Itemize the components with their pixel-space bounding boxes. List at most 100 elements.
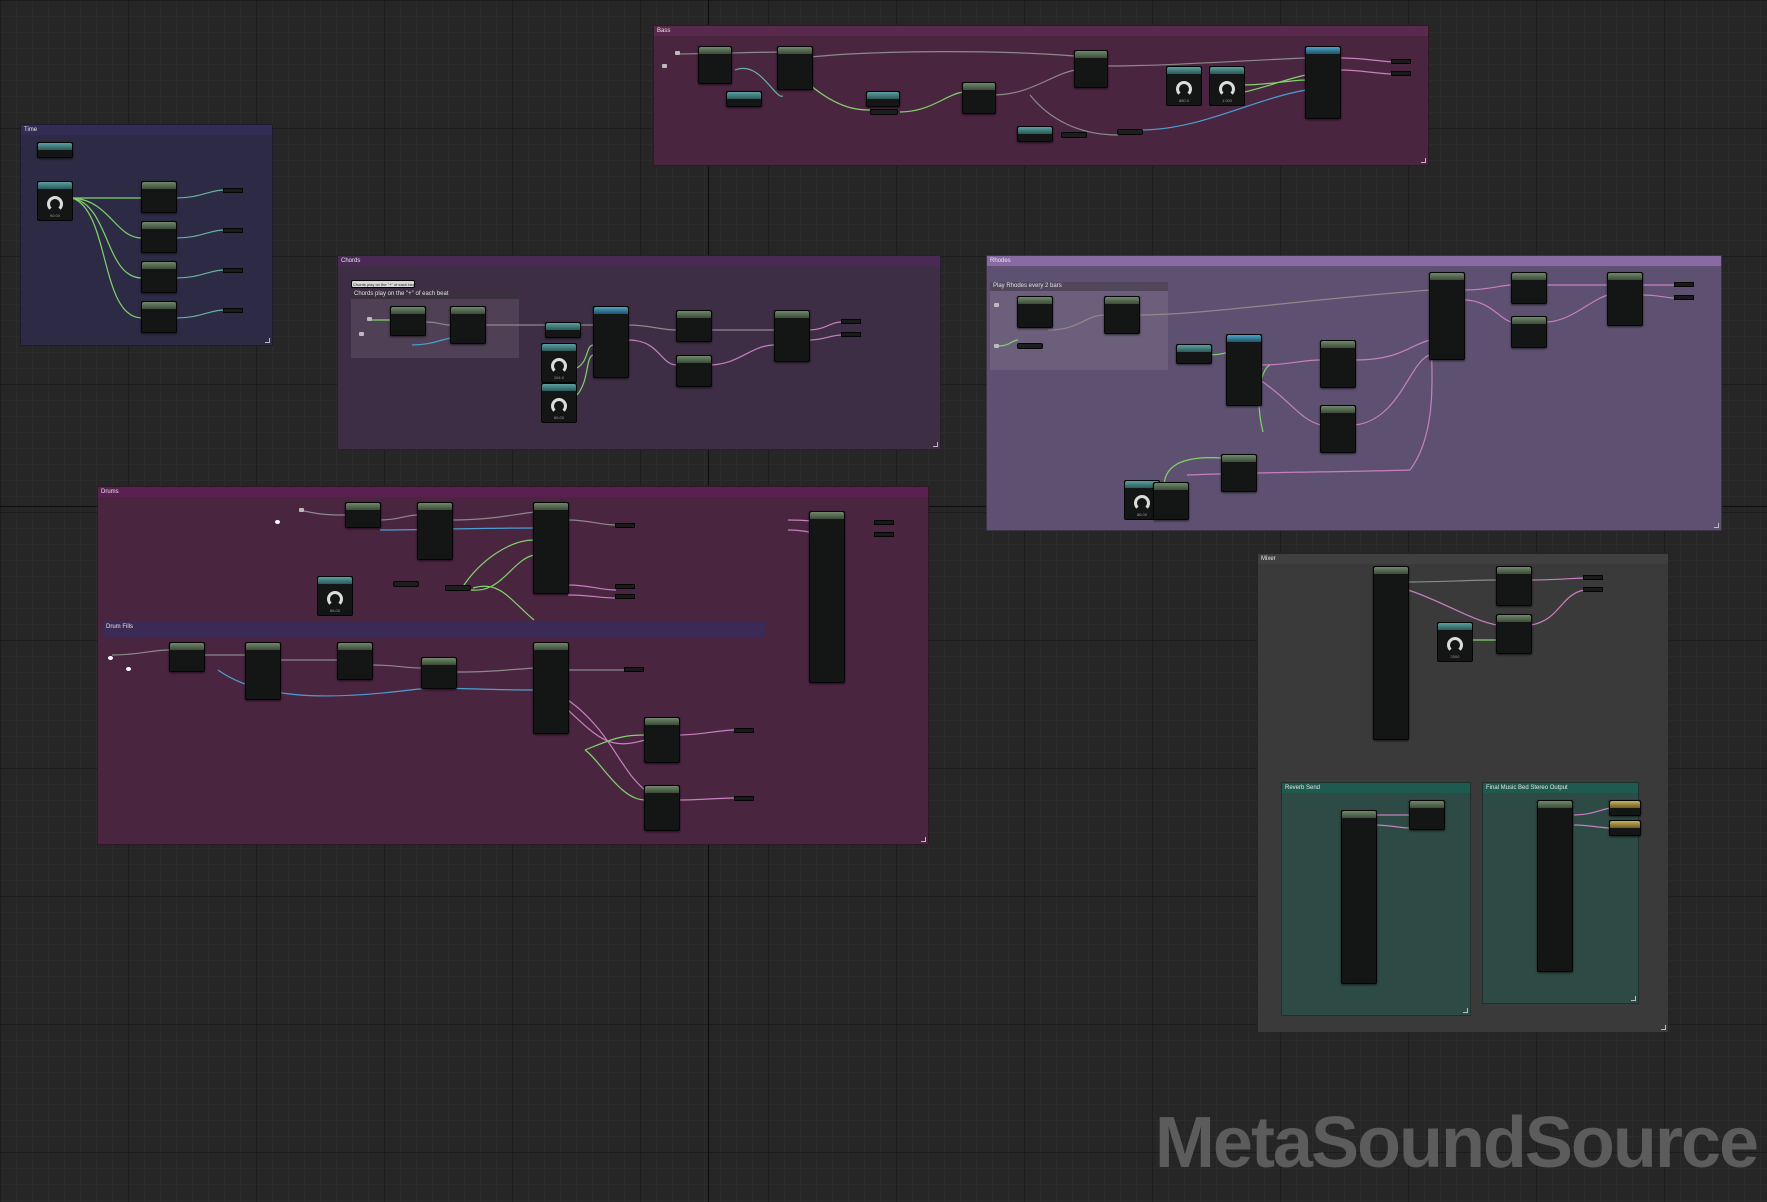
- time-node[interactable]: [141, 261, 177, 293]
- chords-node[interactable]: [545, 322, 581, 338]
- chords-node[interactable]: [676, 310, 712, 342]
- drums-node[interactable]: [533, 502, 569, 594]
- chords-output[interactable]: [841, 319, 861, 324]
- rhodes-input-pin[interactable]: [994, 344, 999, 348]
- chords-node[interactable]: [390, 306, 426, 336]
- drums-node[interactable]: [417, 502, 453, 560]
- bass-output[interactable]: [1391, 71, 1411, 76]
- mixer-output[interactable]: [1583, 587, 1603, 592]
- rhodes-output[interactable]: [1674, 295, 1694, 300]
- resize-grip[interactable]: [933, 442, 938, 447]
- chords-node[interactable]: [450, 306, 486, 344]
- drums-output[interactable]: [734, 728, 754, 733]
- bass-node[interactable]: [1017, 126, 1053, 142]
- rhodes-node[interactable]: [1511, 316, 1547, 348]
- resize-grip[interactable]: [1631, 996, 1636, 1001]
- bass-knob-node[interactable]: 880.0: [1166, 66, 1202, 106]
- drum-fills-node[interactable]: [169, 642, 205, 672]
- drums-math-node[interactable]: [445, 585, 471, 591]
- drums-input-pin[interactable]: [299, 508, 304, 512]
- rhodes-node[interactable]: [1176, 344, 1212, 364]
- knob-dial[interactable]: [1134, 495, 1150, 511]
- time-node[interactable]: [141, 301, 177, 333]
- comment-drums[interactable]: Drums: [97, 486, 929, 845]
- drum-fills-node[interactable]: [245, 642, 281, 700]
- final-output-mixer-node[interactable]: [1537, 800, 1573, 972]
- bass-node[interactable]: [698, 46, 732, 84]
- chords-knob-node[interactable]: 86.00: [541, 383, 577, 423]
- knob-dial[interactable]: [551, 358, 567, 374]
- drum-fills-node[interactable]: [533, 642, 569, 734]
- resize-grip[interactable]: [921, 837, 926, 842]
- bass-node[interactable]: [726, 91, 762, 107]
- mixer-output[interactable]: [1583, 575, 1603, 580]
- chords-knob-node[interactable]: 264.0: [541, 343, 577, 383]
- time-output[interactable]: [223, 228, 243, 233]
- rhodes-node[interactable]: [1511, 272, 1547, 304]
- rhodes-node[interactable]: [1153, 482, 1189, 520]
- time-node[interactable]: [141, 221, 177, 253]
- drums-input-pin[interactable]: [275, 520, 280, 524]
- time-node[interactable]: [141, 181, 177, 213]
- drum-fills-output[interactable]: [624, 667, 644, 672]
- rhodes-output[interactable]: [1674, 282, 1694, 287]
- audio-output-right[interactable]: [1609, 820, 1641, 836]
- subcomment-chords[interactable]: Chords play on the "+" of each beat: [351, 290, 519, 358]
- chords-synth-node[interactable]: [593, 306, 629, 378]
- chords-output[interactable]: [841, 332, 861, 337]
- drums-output[interactable]: [874, 520, 894, 525]
- knob-dial[interactable]: [1176, 81, 1192, 97]
- bass-node[interactable]: [1074, 50, 1108, 88]
- rhodes-node[interactable]: [1017, 296, 1053, 328]
- resize-grip[interactable]: [265, 338, 270, 343]
- comment-drum-fills[interactable]: Drum Fills: [103, 622, 765, 637]
- drums-math-node[interactable]: [393, 581, 419, 587]
- resize-grip[interactable]: [1421, 158, 1426, 163]
- time-output[interactable]: [223, 308, 243, 313]
- drums-output[interactable]: [615, 523, 635, 528]
- drums-knob-node[interactable]: 86.00: [317, 576, 353, 616]
- drums-node[interactable]: [644, 785, 680, 831]
- bass-node[interactable]: [866, 91, 900, 107]
- bass-knob-node[interactable]: 1.000: [1209, 66, 1245, 106]
- knob-dial[interactable]: [551, 398, 567, 414]
- bass-input-pin[interactable]: [662, 64, 667, 68]
- drums-output[interactable]: [615, 584, 635, 589]
- resize-grip[interactable]: [1714, 523, 1719, 528]
- audio-output-left[interactable]: [1609, 800, 1641, 816]
- chords-input-pin[interactable]: [367, 317, 372, 321]
- rhodes-node[interactable]: [1607, 272, 1643, 326]
- rhodes-node[interactable]: [1221, 454, 1257, 492]
- reverb-mixer-node[interactable]: [1341, 810, 1377, 984]
- knob-dial[interactable]: [1219, 81, 1235, 97]
- rhodes-synth-node[interactable]: [1226, 334, 1262, 406]
- rhodes-node[interactable]: [1429, 272, 1465, 360]
- chords-node[interactable]: [676, 355, 712, 387]
- drum-fills-input-pin[interactable]: [108, 656, 113, 660]
- time-output[interactable]: [223, 268, 243, 273]
- rhodes-node[interactable]: [1320, 405, 1356, 453]
- mixer-knob-node[interactable]: 2000: [1437, 622, 1473, 662]
- knob-dial[interactable]: [47, 196, 63, 212]
- time-node[interactable]: [37, 142, 73, 158]
- rhodes-input-pin[interactable]: [994, 303, 999, 307]
- drums-mixer-node[interactable]: [809, 511, 845, 683]
- mixer-node[interactable]: [1496, 614, 1532, 654]
- bass-synth-node[interactable]: [1305, 46, 1341, 119]
- drum-fills-node[interactable]: [337, 642, 373, 680]
- bass-node[interactable]: [777, 46, 813, 90]
- bass-math-node[interactable]: [870, 109, 898, 115]
- bass-math-node[interactable]: [1117, 129, 1143, 135]
- bass-node[interactable]: [962, 82, 996, 114]
- chords-node[interactable]: [774, 310, 810, 362]
- bass-input-pin[interactable]: [675, 51, 680, 55]
- drums-output[interactable]: [615, 594, 635, 599]
- knob-dial[interactable]: [1447, 637, 1463, 653]
- bass-output[interactable]: [1391, 59, 1411, 64]
- mixer-node[interactable]: [1373, 566, 1409, 740]
- time-output[interactable]: [223, 188, 243, 193]
- reverb-node[interactable]: [1409, 800, 1445, 830]
- drum-fills-node[interactable]: [421, 657, 457, 689]
- drums-node[interactable]: [644, 717, 680, 763]
- drums-output[interactable]: [734, 796, 754, 801]
